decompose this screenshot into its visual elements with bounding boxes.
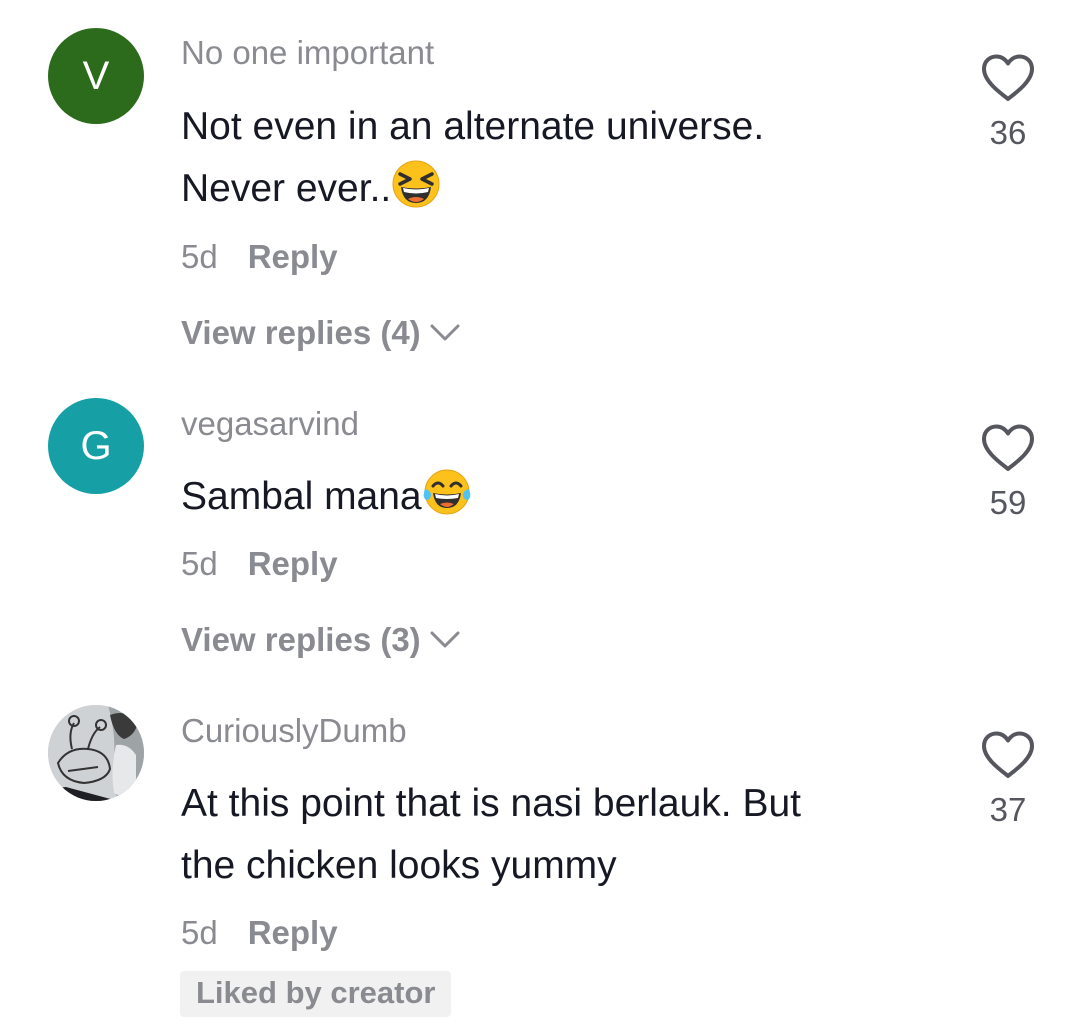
grinning-squinting-face-emoji	[392, 160, 440, 208]
like-count: 59	[989, 484, 1027, 521]
avatar-letter: V	[82, 53, 110, 98]
like-button[interactable]: 37	[968, 731, 1048, 829]
view-replies-label: View replies (4)	[181, 314, 421, 351]
like-count: 36	[989, 114, 1027, 151]
comment-text: Not even in an alternate universe. Never…	[181, 96, 921, 220]
reply-button[interactable]: Reply	[248, 545, 338, 582]
comment-text-line: Not even in an alternate universe.	[181, 105, 765, 148]
comment-time: 5d	[181, 238, 218, 275]
comment-text-line: Sambal mana	[181, 466, 921, 528]
like-button[interactable]: 36	[968, 54, 1048, 152]
view-replies-button[interactable]: View replies (4)	[181, 314, 461, 352]
sketch-photo-avatar	[48, 705, 144, 801]
heart-icon	[982, 424, 1034, 471]
comment-meta: 5d Reply	[181, 914, 338, 952]
avatar-letter: G	[80, 423, 112, 468]
avatar[interactable]: G	[48, 398, 144, 494]
comment-username[interactable]: vegasarvind	[181, 405, 359, 443]
comment-text-line: Never ever..	[181, 158, 921, 220]
liked-by-creator-badge: Liked by creator	[180, 971, 452, 1017]
tears-of-joy-emoji	[423, 469, 470, 515]
comment-text: Sambal mana	[181, 466, 921, 528]
comment-text-line: the chicken looks yummy	[181, 844, 617, 887]
comment-text: At this point that is nasi berlauk. But …	[181, 773, 921, 897]
comment-text-segment: Never ever..	[181, 167, 392, 210]
view-replies-button[interactable]: View replies (3)	[181, 621, 461, 659]
comment-time: 5d	[181, 914, 218, 951]
reply-button[interactable]: Reply	[248, 238, 338, 275]
avatar[interactable]	[48, 705, 144, 801]
comment-meta: 5d Reply	[181, 238, 338, 276]
comment-username[interactable]: CuriouslyDumb	[181, 712, 407, 750]
comment-username[interactable]: No one important	[181, 34, 434, 72]
view-replies-label: View replies (3)	[181, 621, 421, 658]
heart-icon	[982, 731, 1034, 778]
comment-text-segment: Sambal mana	[181, 475, 422, 518]
comment-text-line: At this point that is nasi berlauk. But	[181, 782, 802, 825]
heart-icon	[982, 54, 1034, 101]
like-count: 37	[989, 791, 1027, 828]
comment-meta: 5d Reply	[181, 545, 338, 583]
comment-time: 5d	[181, 545, 218, 582]
avatar[interactable]: V	[48, 28, 144, 124]
chevron-down-icon	[430, 631, 460, 648]
chevron-down-icon	[430, 324, 460, 341]
reply-button[interactable]: Reply	[248, 914, 338, 951]
like-button[interactable]: 59	[968, 424, 1048, 522]
